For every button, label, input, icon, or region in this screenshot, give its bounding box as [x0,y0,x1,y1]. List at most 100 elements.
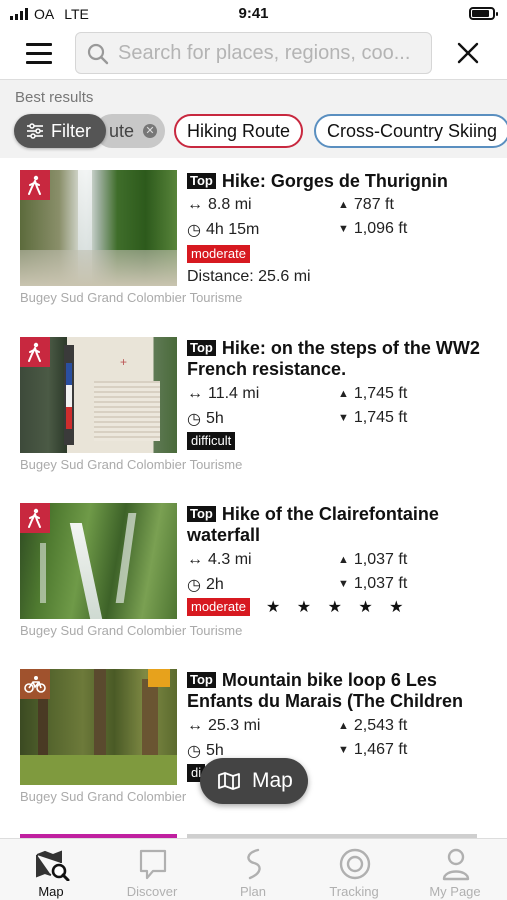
ascent-value: 787 ft [353,196,394,213]
search-icon [87,43,109,65]
tab-label: Map [38,884,64,899]
mountain-bike-icon [20,669,50,699]
tab-discover[interactable]: Discover [107,845,197,899]
tour-photo [20,669,177,785]
tab-label: My Page [429,884,481,899]
distance-icon: ↔ [187,385,203,402]
descent-stat: ▼ 1,096 ft [338,220,407,238]
tab-label: Tracking [329,884,379,899]
tracking-icon [339,848,371,880]
filter-bar: Best results ute ✕ Hiking Route Cross-Co… [0,80,507,158]
ascent-icon: ▲ [338,720,349,732]
tab-label: Discover [126,884,178,899]
descent-icon: ▼ [338,744,349,756]
ascent-icon: ▲ [338,554,349,566]
descent-stat: ▼ 1,745 ft [338,409,407,427]
ascent-icon: ▲ [338,199,349,211]
search-input[interactable] [118,39,428,67]
tab-label: Plan [239,884,267,899]
filter-button[interactable]: Filter [14,114,106,148]
chip-cross-country-skiing[interactable]: Cross-Country Skiing [314,114,507,148]
tour-photo: + [20,337,177,453]
ascent-icon: ▲ [338,388,349,400]
tour-photo [20,503,177,619]
difficulty-badge: moderate [187,245,250,263]
user-icon [442,848,470,881]
tour-source: Bugey Sud Grand Colombier Tourisme [20,457,243,472]
tab-my-page[interactable]: My Page [410,845,500,899]
descent-value: 1,096 ft [353,220,408,237]
descent-value: 1,037 ft [353,575,408,592]
difficulty-badge: difficult [187,432,236,450]
tour-title-text: Mountain bike loop 6 Les Enfants du Mara… [187,670,464,711]
result-card[interactable]: Top Hike of the Clairefontaine waterfall … [0,491,507,651]
best-results-label: Best results [15,89,94,106]
tab-map[interactable]: Map [6,845,96,899]
chip-label: ute [109,120,135,141]
route-plan-icon [247,848,261,880]
duration-stat: ◷ 4h 15m [187,220,259,240]
map-button[interactable]: Map [200,758,308,804]
tab-plan[interactable]: Plan [208,845,298,899]
tour-source: Bugey Sud Grand Colombier [20,789,187,804]
hiking-icon [20,503,50,533]
clock: 9:41 [238,5,269,22]
close-icon[interactable] [456,41,480,65]
search-box[interactable] [75,32,432,74]
filter-label: Filter [51,120,91,141]
tour-title-text: Hike: Gorges de Thurignin [221,171,448,191]
descent-value: 1,745 ft [353,409,408,426]
distance-icon: ↔ [187,551,203,568]
ascent-value: 1,745 ft [353,385,408,402]
status-bar: OA LTE 9:41 [0,0,507,30]
distance-value: 25.3 mi [208,717,261,734]
map-search-icon [36,850,70,881]
result-card[interactable]: Top Hike: Gorges de Thurignin ↔ 8.8 mi ▲ 78… [0,158,507,318]
tour-title[interactable]: Top Hike of the Clairefontaine waterfall [187,504,502,546]
ascent-value: 1,037 ft [353,551,408,568]
descent-icon: ▼ [338,412,349,424]
discover-icon [139,849,167,880]
clock-icon: ◷ [187,577,201,594]
tour-title-text: Hike: on the steps of the WW2 French res… [187,338,480,379]
distance-from-me: Distance: 25.6 mi [187,268,311,285]
tour-title[interactable]: Top Hike: Gorges de Thurignin [187,171,502,192]
tour-source: Bugey Sud Grand Colombier Tourisme [20,623,243,638]
tour-title[interactable]: Top Mountain bike loop 6 Les Enfants du M… [187,670,502,712]
duration-value: 4h 15m [205,221,260,238]
map-icon [218,772,240,790]
sliders-icon [27,123,43,139]
tour-photo [20,170,177,286]
tour-title[interactable]: Top Hike: on the steps of the WW2 French … [187,338,502,380]
duration-stat: ◷ 2h [187,575,224,595]
distance-stat: ↔ 4.3 mi [187,551,252,569]
hiking-icon [20,170,50,200]
hiking-icon [20,337,50,367]
ascent-stat: ▲ 2,543 ft [338,717,407,735]
duration-value: 5h [205,410,224,427]
battery-icon [469,7,498,20]
tab-bar: Map Discover Plan Tracking My Page [0,838,507,900]
distance-value: 4.3 mi [208,551,252,568]
chip-hiking-route[interactable]: Hiking Route [174,114,304,148]
menu-icon[interactable] [26,42,54,64]
distance-icon: ↔ [187,196,203,213]
distance-value: 11.4 mi [208,385,260,402]
tour-source: Bugey Sud Grand Colombier Tourisme [20,290,243,305]
ascent-stat: ▲ 1,745 ft [338,385,407,403]
map-button-label: Map [252,769,293,792]
chip-label: Hiking Route [187,120,291,141]
chip-label: Cross-Country Skiing [327,120,498,141]
duration-stat: ◷ 5h [187,409,224,429]
clock-icon: ◷ [187,743,201,760]
descent-icon: ▼ [338,578,349,590]
clock-icon: ◷ [187,222,201,239]
result-card[interactable]: + Top Hike: on the steps of the WW2 Frenc… [0,325,507,485]
tab-tracking[interactable]: Tracking [309,845,399,899]
ascent-value: 2,543 ft [353,717,408,734]
tour-title-text: Hike of the Clairefontaine waterfall [187,504,439,545]
descent-icon: ▼ [338,223,349,235]
ascent-stat: ▲ 1,037 ft [338,551,407,569]
chip-remove-icon[interactable]: ✕ [143,124,157,138]
descent-stat: ▼ 1,037 ft [338,575,407,593]
